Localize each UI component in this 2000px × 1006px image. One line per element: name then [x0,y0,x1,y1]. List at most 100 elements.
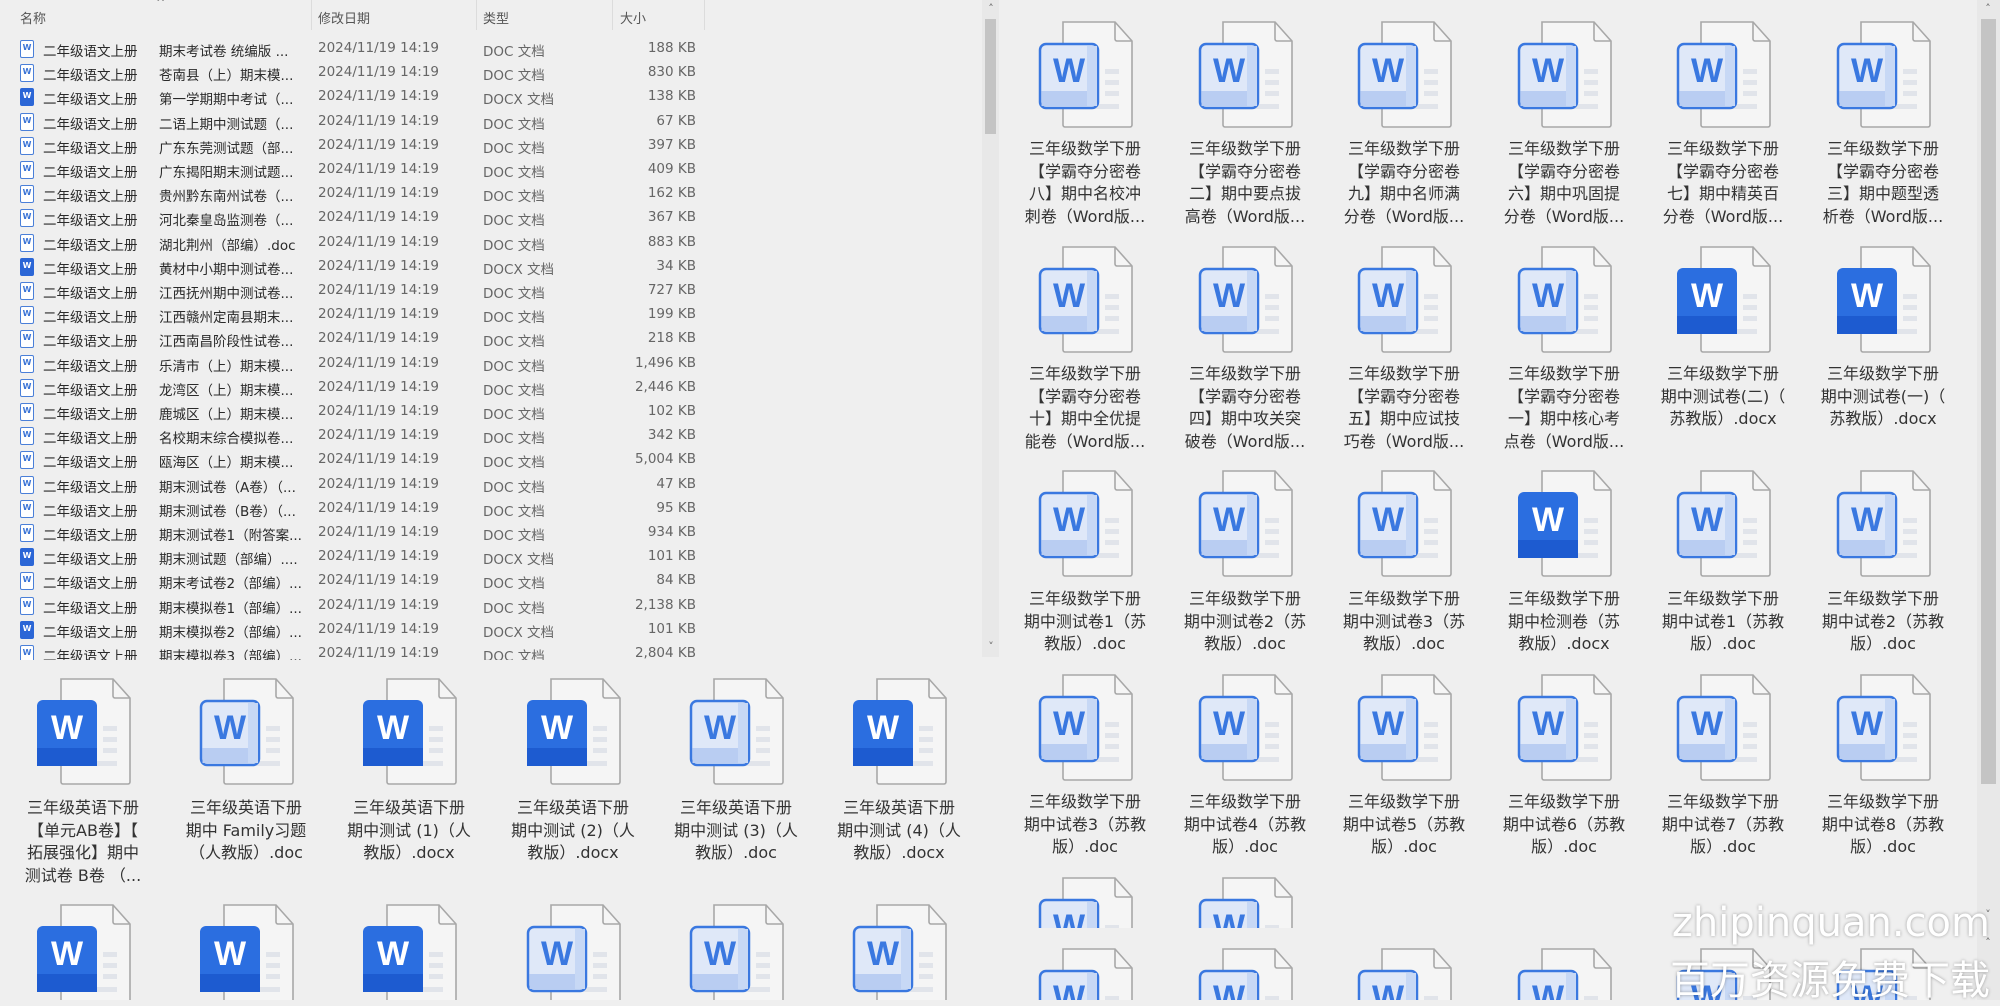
file-icon-item[interactable]: W 三年级数学下册 【学霸夺分密卷 十】期中全优提 能卷（Word版... [1010,244,1160,453]
list-row[interactable]: W 二年级语文上册 广东揭阳期末测试题... 2024/11/19 14:19 DOC … [0,157,980,181]
file-name-prefix: 二年级语文上册 [43,600,138,617]
file-icon-item[interactable]: W 三年级数学下册 期中试卷7（苏教 版）.doc [1648,672,1798,859]
file-icon-item[interactable]: W [661,902,811,1000]
file-icon-item[interactable]: W [1010,875,1160,928]
file-icon-item[interactable]: W 三年级英语下册 期中测试 (2)（人 教版）.docx [498,676,648,865]
file-icon-item[interactable]: W 三年级数学下册 期中试卷5（苏教 版）.doc [1329,672,1479,859]
right-scrollbar[interactable]: ˄ ˅ ˄ [1977,0,2000,1000]
word-doc-icon: W [1329,946,1479,1000]
file-icon-item[interactable]: W 三年级英语下册 期中测试 (3)（人 教版）.doc [661,676,811,865]
list-row[interactable]: W 二年级语文上册 期末考试卷2（部编）... 2024/11/19 14:19 DOC… [0,568,980,592]
file-icon-item[interactable]: W 三年级数学下册 【学霸夺分密卷 九】期中名师满 分卷（Word版... [1329,19,1479,228]
file-icon-item[interactable]: W 三年级英语下册 期中测试 (4)（人 教版）.docx [824,676,974,865]
file-icon-item[interactable]: W [1010,946,1160,1000]
file-icon-item[interactable]: W 三年级数学下册 期中试卷4（苏教 版）.doc [1170,672,1320,859]
scrollbar-thumb[interactable] [985,19,996,134]
file-icon-item[interactable]: W 三年级英语下册 期中测试 (1)（人 教版）.docx [334,676,484,865]
list-row[interactable]: W 二年级语文上册 瓯海区（上）期末模... 2024/11/19 14:19 DOC … [0,447,980,471]
file-icon-item[interactable]: W [1489,946,1639,1000]
list-row[interactable]: W 二年级语文上册 期末模拟卷1（部编）... 2024/11/19 14:19 DOC… [0,593,980,617]
file-icon-item[interactable]: W 三年级数学下册 【学霸夺分密卷 四】期中攻关突 破卷（Word版... [1170,244,1320,453]
file-size: 34 KB [656,257,696,274]
file-icon-item[interactable]: W [1170,875,1320,928]
list-row[interactable]: W 二年级语文上册 二语上期中测试题（... 2024/11/19 14:19 DOC … [0,109,980,133]
file-icon-item[interactable]: W 三年级数学下册 期中试卷8（苏教 版）.doc [1808,672,1958,859]
column-divider[interactable] [612,0,613,30]
file-icon-item[interactable]: W 三年级数学下册 期中测试卷3（苏 教版）.doc [1329,468,1479,656]
column-header-name[interactable]: 名称 [20,8,46,27]
list-row[interactable]: W 二年级语文上册 第一学期期中考试（... 2024/11/19 14:19 DOCX… [0,84,980,108]
list-row[interactable]: W 二年级语文上册 期末测试卷1（附答案... 2024/11/19 14:19 DOC… [0,520,980,544]
file-label-line: 【学霸夺分密卷 [1666,161,1779,181]
doc-file-icon: W [20,64,34,83]
list-row[interactable]: W 二年级语文上册 名校期末综合模拟卷... 2024/11/19 14:19 DOC … [0,423,980,447]
list-row[interactable]: W 二年级语文上册 期末测试卷（A卷）（... 2024/11/19 14:19 DOC… [0,472,980,496]
file-icon-item[interactable]: W 三年级数学下册 【学霸夺分密卷 一】期中核心考 点卷（Word版... [1489,244,1639,453]
list-row[interactable]: W 二年级语文上册 江西抚州期中测试卷... 2024/11/19 14:19 DOC … [0,278,980,302]
file-icon-item[interactable]: W [334,902,484,1000]
file-icon-item[interactable]: W [498,902,648,1000]
list-row[interactable]: W 二年级语文上册 期末模拟卷2（部编）... 2024/11/19 14:19 DOC… [0,617,980,641]
list-row[interactable]: W 二年级语文上册 贵州黔东南州试卷（... 2024/11/19 14:19 DOC … [0,181,980,205]
file-label: 三年级英语下册 期中测试 (1)（人 教版）.docx [334,797,484,865]
file-icon-item[interactable]: W 三年级数学下册 期中测试卷1（苏 教版）.doc [1010,468,1160,656]
file-icon-item[interactable]: W 三年级数学下册 【学霸夺分密卷 六】期中巩固提 分卷（Word版... [1489,19,1639,228]
file-icon-item[interactable]: W 三年级数学下册 期中试卷1（苏教 版）.doc [1648,468,1798,656]
list-row[interactable]: W 二年级语文上册 鹿城区（上）期末模... 2024/11/19 14:19 DOC … [0,399,980,423]
column-divider[interactable] [476,0,477,30]
word-doc-icon: W [661,902,811,1000]
list-row[interactable]: W 二年级语文上册 广东东莞测试题（部... 2024/11/19 14:19 DOC … [0,133,980,157]
list-row[interactable]: W 二年级语文上册 江西赣州定南县期末... 2024/11/19 14:19 DOC … [0,302,980,326]
file-icon-item[interactable]: W 三年级数学下册 期中测试卷(一)（ 苏教版）.docx [1808,244,1958,431]
svg-text:W: W [51,709,84,747]
word-doc-icon: W [1010,19,1160,129]
column-divider[interactable] [704,0,705,30]
file-modified-date: 2024/11/19 14:19 [318,88,440,105]
file-icon-item[interactable]: W 三年级数学下册 【学霸夺分密卷 五】期中应试技 巧卷（Word版... [1329,244,1479,453]
list-row[interactable]: W 二年级语文上册 龙湾区（上）期末模... 2024/11/19 14:19 DOC … [0,375,980,399]
file-label: 三年级数学下册 【学霸夺分密卷 三】期中题型透 析卷（Word版... [1808,138,1958,228]
file-icon-item[interactable]: W [1329,946,1479,1000]
list-row[interactable]: W 二年级语文上册 期末测试题（部编）.... 2024/11/19 14:19 DOC… [0,544,980,568]
file-icon-item[interactable]: W [171,902,321,1000]
list-row[interactable]: W 二年级语文上册 河北秦皇岛监测卷（... 2024/11/19 14:19 DOC … [0,205,980,229]
file-icon-item[interactable]: W 三年级数学下册 期中试卷3（苏教 版）.doc [1010,672,1160,859]
file-icon-item[interactable]: W [1170,946,1320,1000]
file-icon-item[interactable]: W 三年级英语下册 【单元AB卷】【 拓展强化】期中 测试卷 B卷 （... [8,676,158,887]
column-header-type[interactable]: 类型 [483,8,509,27]
file-icon-item[interactable]: W 三年级数学下册 期中测试卷2（苏 教版）.doc [1170,468,1320,656]
file-icon-item[interactable]: W [8,902,158,1000]
file-icon-item[interactable]: W [824,902,974,1000]
list-row[interactable]: W 二年级语文上册 黄材中小期中测试卷... 2024/11/19 14:19 DOCX… [0,254,980,278]
list-row[interactable]: W 二年级语文上册 期末考试卷 统编版 ... 2024/11/19 14:19 DOC… [0,36,980,60]
file-name: 期末测试卷（A卷）（... [159,479,296,496]
file-icon-item[interactable]: W 三年级英语下册 期中 Family习题 （人教版）.doc [171,676,321,865]
file-icon-item[interactable]: W 三年级数学下册 【学霸夺分密卷 七】期中精英百 分卷（Word版... [1648,19,1798,228]
file-icon-item[interactable]: W 三年级数学下册 期中试卷6（苏教 版）.doc [1489,672,1639,859]
file-label: 三年级数学下册 期中试卷1（苏教 版）.doc [1648,588,1798,656]
column-header-size[interactable]: 大小 [620,8,646,27]
list-row[interactable]: W 二年级语文上册 苍南县（上）期末模... 2024/11/19 14:19 DOC … [0,60,980,84]
column-header-date[interactable]: 修改日期 [318,8,370,27]
scroll-up-icon[interactable]: ˄ [982,2,1000,15]
file-icon-item[interactable]: W 三年级数学下册 期中试卷2（苏教 版）.doc [1808,468,1958,656]
file-icon-item[interactable]: W 三年级数学下册 【学霸夺分密卷 八】期中名校冲 刺卷（Word版... [1010,19,1160,228]
file-icon-item[interactable]: W 三年级数学下册 期中测试卷(二)（ 苏教版）.docx [1648,244,1798,431]
scrollbar-thumb[interactable] [1981,19,1996,784]
doc-file-icon: W [20,306,34,325]
file-icon-item[interactable]: W 三年级数学下册 期中检测卷（苏 教版）.docx [1489,468,1639,656]
column-divider[interactable] [311,0,312,30]
list-row[interactable]: W 二年级语文上册 江西南昌阶段性试卷... 2024/11/19 14:19 DOC … [0,326,980,350]
list-row[interactable]: W 二年级语文上册 乐清市（上）期末模... 2024/11/19 14:19 DOC … [0,351,980,375]
list-scrollbar[interactable]: ˄ ˅ [982,0,999,657]
file-icon-item[interactable]: W 三年级数学下册 【学霸夺分密卷 二】期中要点拔 高卷（Word版... [1170,19,1320,228]
list-row[interactable]: W 二年级语文上册 期末测试卷（B卷）（... 2024/11/19 14:19 DOC… [0,496,980,520]
doc-file-icon: W [20,378,34,397]
list-row[interactable]: W 二年级语文上册 期末模拟卷3（部编）... 2024/11/19 14:19 DOC… [0,641,980,660]
list-row[interactable]: W 二年级语文上册 湖北荆州（部编）.doc 2024/11/19 14:19 DOC … [0,230,980,254]
scroll-down-icon[interactable]: ˅ [982,640,1000,653]
word-docx-icon: W [334,676,484,786]
file-label-line: 十】期中全优提 [1028,409,1141,428]
file-icon-item[interactable]: W 三年级数学下册 【学霸夺分密卷 三】期中题型透 析卷（Word版... [1808,19,1958,228]
scroll-up-icon[interactable]: ˄ [1979,2,1997,15]
